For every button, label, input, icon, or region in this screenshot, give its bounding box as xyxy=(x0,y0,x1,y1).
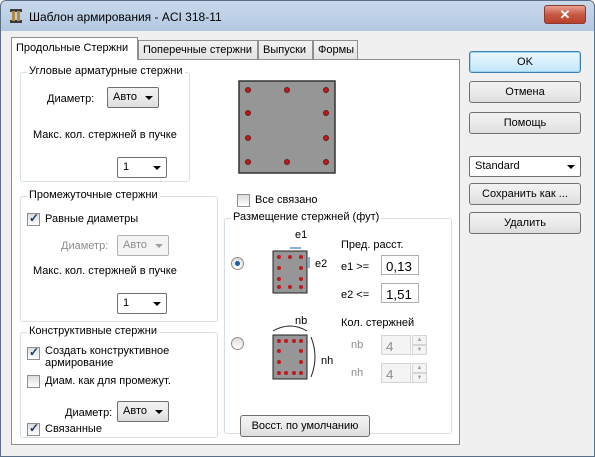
column-section-preview xyxy=(238,80,336,174)
e1-label: e1 >= xyxy=(341,261,370,273)
app-rebar-icon xyxy=(10,9,22,23)
chevron-down-icon xyxy=(153,166,161,170)
structural-diameter-value: Авто xyxy=(123,405,147,417)
diam-as-intermediate-label: Диам. как для промежут. xyxy=(45,375,171,387)
structural-diameter-combo[interactable]: Авто xyxy=(117,401,169,422)
tab-longitudinal-bars[interactable]: Продольные Стержни xyxy=(11,37,138,60)
all-linked-checkbox[interactable] xyxy=(237,194,250,207)
diagram-nh-label: nh xyxy=(321,355,334,367)
limit-header: Пред. расст. xyxy=(341,239,404,251)
chevron-down-icon xyxy=(567,165,575,169)
help-button[interactable]: Помощь xyxy=(469,112,581,134)
corner-diameter-value: Авто xyxy=(113,91,137,103)
dialog-window: Шаблон армирования - ACI 318-11 ✕ Продол… xyxy=(0,0,595,457)
create-structural-label-line1: Создать конструктивное xyxy=(45,345,170,357)
placement-limits-radio[interactable] xyxy=(231,257,244,270)
corner-bars-group: Угловые арматурные стержни Диаметр: Авто… xyxy=(20,65,190,182)
linked-label: Связанные xyxy=(45,423,102,435)
linked-checkbox[interactable] xyxy=(27,421,40,436)
count-header: Кол. стержней xyxy=(341,317,415,329)
cancel-button[interactable]: Отмена xyxy=(469,81,581,103)
title-bar: Шаблон армирования - ACI 318-11 ✕ xyxy=(1,1,594,31)
tab-panel: Угловые арматурные стержни Диаметр: Авто… xyxy=(11,59,460,445)
intermediate-max-label: Макс. кол. стержней в пучке xyxy=(33,265,177,277)
tab-shapes[interactable]: Формы xyxy=(313,40,358,59)
tab-dowels[interactable]: Выпуски xyxy=(258,40,313,59)
equal-diameters-label: Равные диаметры xyxy=(45,213,139,225)
close-button[interactable]: ✕ xyxy=(544,5,586,24)
intermediate-bars-title: Промежуточные стержни xyxy=(27,189,160,201)
nh-spinner[interactable]: ▲ ▼ xyxy=(412,363,427,383)
corner-diameter-combo[interactable]: Авто xyxy=(107,87,159,108)
e2-input[interactable] xyxy=(381,283,419,303)
tab-transverse-bars[interactable]: Поперечные стержни xyxy=(138,40,258,59)
chevron-down-icon xyxy=(155,410,163,414)
restore-defaults-button[interactable]: Восст. по умолчанию xyxy=(240,415,370,437)
nb-label: nb xyxy=(351,339,364,351)
e1-input[interactable] xyxy=(381,255,419,275)
diagram-e2-label: e2 xyxy=(315,258,328,270)
e2-label: e2 <= xyxy=(341,289,370,301)
nb-spinner[interactable]: ▲ ▼ xyxy=(412,335,427,355)
intermediate-diameter-label: Диаметр: xyxy=(61,240,109,252)
corner-max-combo[interactable]: 1 xyxy=(117,157,167,178)
window-title: Шаблон армирования - ACI 318-11 xyxy=(29,10,222,24)
chevron-down-icon xyxy=(153,302,161,306)
edge-distance-diagram xyxy=(272,247,310,294)
ok-button[interactable]: OK xyxy=(469,51,581,73)
create-structural-checkbox[interactable] xyxy=(27,345,40,360)
placement-title: Размещение стержней (фут) xyxy=(231,211,382,223)
diagram-nb-label: nb xyxy=(295,315,308,327)
save-as-button[interactable]: Сохранить как ... xyxy=(469,183,581,205)
equal-diameters-checkbox[interactable] xyxy=(27,211,40,226)
placement-count-radio[interactable] xyxy=(231,337,244,350)
intermediate-max-value: 1 xyxy=(123,297,130,309)
structural-bars-group: Конструктивные стержни Создать конструкт… xyxy=(20,325,218,438)
spin-down-icon[interactable]: ▼ xyxy=(412,345,427,355)
all-linked-label: Все связано xyxy=(255,194,318,206)
chevron-down-icon xyxy=(155,244,163,248)
structural-bars-title: Конструктивные стержни xyxy=(27,325,159,337)
corner-max-value: 1 xyxy=(123,161,130,173)
spin-up-icon[interactable]: ▲ xyxy=(412,335,427,345)
diagram-e1-label: e1 xyxy=(295,229,308,241)
intermediate-diameter-value: Авто xyxy=(123,239,147,251)
delete-button[interactable]: Удалить xyxy=(469,212,581,234)
nh-input[interactable] xyxy=(381,363,411,383)
placement-group: Размещение стержней (фут) e1 e2 Пред. ра… xyxy=(224,211,452,434)
create-structural-label-line2: армирование xyxy=(45,357,114,369)
corner-max-label: Макс. кол. стержней в пучке xyxy=(33,129,177,141)
intermediate-max-combo[interactable]: 1 xyxy=(117,293,167,314)
close-icon: ✕ xyxy=(559,7,571,22)
structural-diameter-label: Диаметр: xyxy=(65,407,113,419)
corner-diameter-label: Диаметр: xyxy=(47,93,95,105)
intermediate-diameter-combo[interactable]: Авто xyxy=(117,235,169,256)
dialog-client: Продольные Стержни Поперечные стержни Вы… xyxy=(5,31,590,454)
preset-combo[interactable]: Standard xyxy=(469,156,581,177)
corner-bars-title: Угловые арматурные стержни xyxy=(27,65,185,77)
intermediate-bars-group: Промежуточные стержни Равные диаметры Ди… xyxy=(20,189,218,322)
nb-input[interactable] xyxy=(381,335,411,355)
spin-down-icon[interactable]: ▼ xyxy=(412,373,427,383)
chevron-down-icon xyxy=(145,96,153,100)
preset-value: Standard xyxy=(475,160,520,172)
spin-up-icon[interactable]: ▲ xyxy=(412,363,427,373)
nh-label: nh xyxy=(351,367,364,379)
diam-as-intermediate-checkbox[interactable] xyxy=(27,375,40,388)
